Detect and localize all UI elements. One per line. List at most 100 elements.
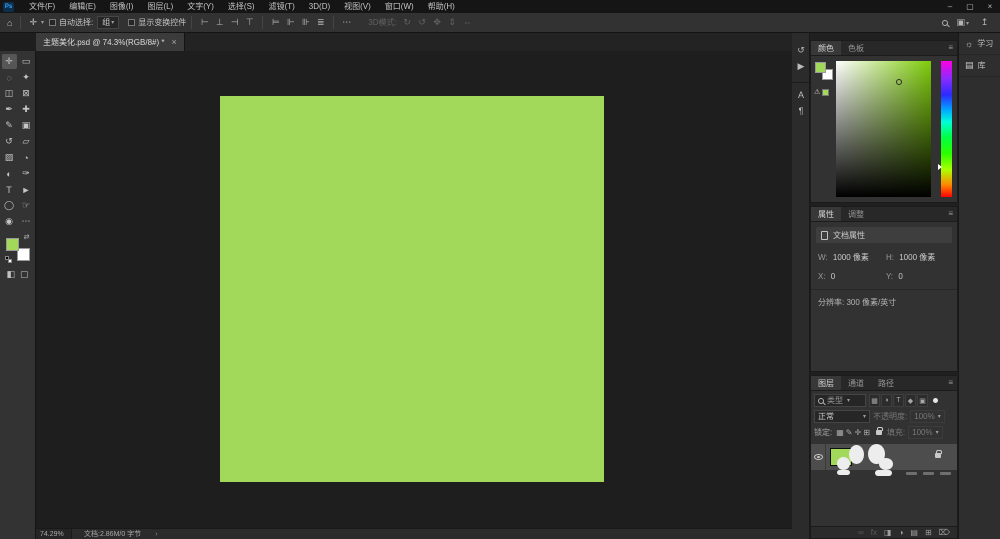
panel-menu-icon[interactable]: ≡: [948, 207, 957, 221]
learn[interactable]: ☼ 学习: [959, 33, 1000, 55]
lock-transparency-icon[interactable]: ▦: [836, 428, 844, 437]
marquee-tool[interactable]: ▭: [19, 54, 34, 69]
filter-toggle-icon[interactable]: [933, 398, 938, 403]
type-tool[interactable]: T: [2, 182, 17, 197]
brush-tool[interactable]: ✎: [2, 118, 17, 133]
hand-tool[interactable]: ☞: [19, 198, 34, 213]
foreground-color-swatch[interactable]: [6, 238, 19, 251]
workspace-switcher-icon[interactable]: ▣▾: [956, 17, 969, 28]
align-left-icon[interactable]: ⊢: [198, 17, 211, 28]
3d-drag-icon[interactable]: ✥: [431, 17, 444, 28]
libraries[interactable]: ▤ 库: [959, 55, 1000, 77]
filter-adjustment-layers-icon[interactable]: ◑: [881, 394, 892, 407]
lock-artboard-icon[interactable]: ⊞: [863, 428, 870, 437]
tab-swatches[interactable]: 色板: [841, 41, 871, 55]
x-value[interactable]: 0: [831, 272, 835, 281]
share-icon[interactable]: ↥: [978, 17, 991, 28]
lock-position-icon[interactable]: ✛: [855, 428, 862, 437]
filter-type-layers-icon[interactable]: T: [893, 394, 904, 407]
filter-pixel-layers-icon[interactable]: ▦: [869, 394, 880, 407]
link-layers-icon[interactable]: ∞: [858, 528, 864, 537]
close-button[interactable]: ×: [980, 0, 1000, 13]
minimize-button[interactable]: –: [940, 0, 960, 13]
distribute-bottom-icon[interactable]: ⊪: [299, 17, 312, 28]
distribute-spacing-icon[interactable]: ≣: [314, 17, 327, 28]
menu-item[interactable]: 视图(V): [337, 0, 378, 13]
clone-stamp-tool[interactable]: ▣: [19, 118, 34, 133]
auto-select-dropdown[interactable]: 组 ▾: [97, 16, 119, 29]
distribute-vertical-icon[interactable]: ⊨: [269, 17, 282, 28]
gamut-color-swatch[interactable]: [822, 89, 829, 96]
menu-item[interactable]: 文件(F): [22, 0, 62, 13]
menu-item[interactable]: 3D(D): [302, 0, 337, 13]
search-icon[interactable]: [942, 20, 948, 26]
align-top-icon[interactable]: ⊤: [243, 17, 256, 28]
menu-item[interactable]: 窗口(W): [378, 0, 421, 13]
menu-item[interactable]: 选择(S): [221, 0, 262, 13]
layer-filter-dropdown[interactable]: 类型 ▾: [814, 394, 866, 407]
align-center-icon[interactable]: ⊥: [213, 17, 226, 28]
foreground-color-swatch[interactable]: [815, 62, 826, 73]
hue-slider-marker[interactable]: [938, 164, 942, 170]
move-tool[interactable]: ✛: [2, 54, 17, 69]
saturation-brightness-field[interactable]: [836, 61, 931, 197]
3d-slide-icon[interactable]: ⇕: [446, 17, 459, 28]
eyedropper-tool[interactable]: ✒: [2, 102, 17, 117]
lasso-tool[interactable]: ◌: [2, 70, 17, 85]
more-tools[interactable]: ⋯: [19, 214, 34, 229]
history-brush-tool[interactable]: ↺: [2, 134, 17, 149]
frame-tool[interactable]: ⊠: [19, 86, 34, 101]
tab-properties[interactable]: 属性: [811, 207, 841, 221]
status-options-chevron-icon[interactable]: ›: [155, 531, 157, 538]
menu-item[interactable]: 帮助(H): [421, 0, 462, 13]
blur-tool[interactable]: ◔: [19, 150, 34, 165]
filter-shape-layers-icon[interactable]: ◆: [905, 394, 916, 407]
panel-menu-icon[interactable]: ≡: [948, 41, 957, 55]
align-right-icon[interactable]: ⊣: [228, 17, 241, 28]
new-group-icon[interactable]: ▤: [910, 528, 918, 537]
3d-roll-icon[interactable]: ↺: [416, 17, 429, 28]
history-panel-icon[interactable]: ↺: [792, 42, 810, 58]
hue-slider[interactable]: [941, 61, 952, 197]
layer-row[interactable]: [811, 444, 957, 470]
swap-colors-icon[interactable]: ⇄: [24, 233, 30, 241]
restore-button[interactable]: ▢: [960, 0, 980, 13]
tab-layers[interactable]: 图层: [811, 376, 841, 390]
document-tab[interactable]: 主题美化.psd @ 74.3%(RGB/8#) * ×: [36, 33, 185, 51]
close-tab-icon[interactable]: ×: [172, 37, 177, 47]
pen-tool[interactable]: ✑: [19, 166, 34, 181]
chevron-down-icon[interactable]: ▾: [41, 19, 44, 26]
color-picker-marker[interactable]: [896, 79, 902, 85]
gradient-tool[interactable]: ▨: [2, 150, 17, 165]
auto-select-checkbox[interactable]: [49, 19, 56, 26]
3d-scale-icon[interactable]: ⇔: [461, 17, 474, 28]
new-layer-icon[interactable]: ⊞: [925, 528, 932, 537]
home-icon[interactable]: ⌂: [4, 18, 15, 28]
y-value[interactable]: 0: [898, 272, 902, 281]
zoom-tool[interactable]: ◉: [2, 214, 17, 229]
eraser-tool[interactable]: ▱: [19, 134, 34, 149]
tab-color[interactable]: 颜色: [811, 41, 841, 55]
dodge-tool[interactable]: ◐: [2, 166, 17, 181]
zoom-level-field[interactable]: 74.29%: [36, 529, 72, 539]
screen-mode-icon[interactable]: ▢: [20, 269, 29, 280]
3d-rotate-icon[interactable]: ↻: [401, 17, 414, 28]
shape-tool[interactable]: ◯: [2, 198, 17, 213]
paragraph-panel-icon[interactable]: ¶: [792, 103, 810, 119]
more-options-icon[interactable]: ⋯: [340, 17, 353, 28]
move-tool-preset-icon[interactable]: ✛: [26, 17, 40, 28]
menu-item[interactable]: 编辑(E): [62, 0, 103, 13]
height-value[interactable]: 1000 像素: [899, 253, 935, 262]
actions-panel-icon[interactable]: ▶: [792, 58, 810, 74]
blend-mode-dropdown[interactable]: 正常 ▾: [814, 410, 870, 423]
lock-pixels-icon[interactable]: ✎: [846, 428, 853, 437]
add-layer-mask-icon[interactable]: ◨: [884, 528, 892, 537]
layer-visibility-cell[interactable]: [811, 444, 826, 470]
menu-item[interactable]: 文字(Y): [180, 0, 221, 13]
delete-layer-icon[interactable]: ⌦: [939, 528, 950, 537]
tab-paths[interactable]: 路径: [871, 376, 901, 390]
opacity-field[interactable]: 100% ▾: [910, 410, 944, 423]
panel-menu-icon[interactable]: ≡: [948, 376, 957, 390]
healing-brush-tool[interactable]: ✚: [19, 102, 34, 117]
width-value[interactable]: 1000 像素: [833, 253, 869, 262]
